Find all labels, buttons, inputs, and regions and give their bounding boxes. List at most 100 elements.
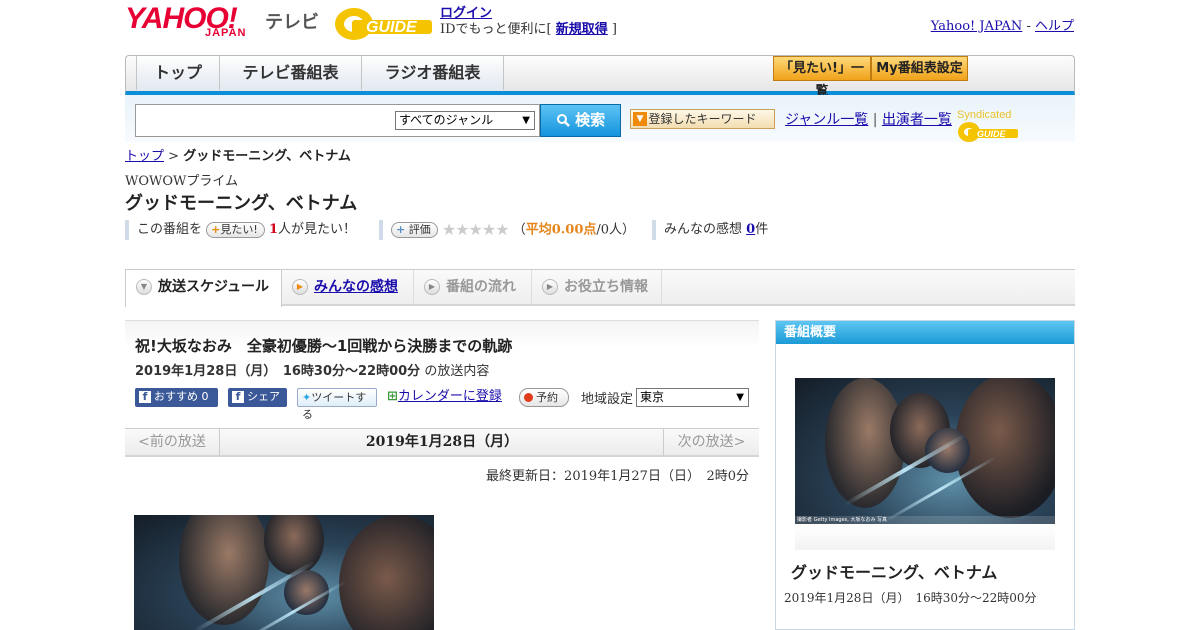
facebook-share-label: シェア — [247, 390, 280, 403]
episode-title: 祝!大坂なおみ 全豪初優勝～1回戦から決勝までの軌跡 — [135, 337, 513, 355]
tab-label: お役立ち情報 — [564, 279, 648, 295]
episode-datetime-row: 2019年1月28日（月） 16時30分～22時00分 の放送内容 — [135, 360, 489, 379]
plus-icon: + — [396, 223, 406, 236]
rating-open: （ — [512, 222, 526, 238]
svg-text:GUIDE: GUIDE — [977, 129, 1007, 139]
login-prompt-end: ] — [607, 22, 617, 37]
login-link[interactable]: ログイン — [440, 6, 492, 21]
rate-button[interactable]: + 評価 — [391, 222, 438, 238]
region-label: 地域設定 — [581, 392, 634, 407]
facebook-recommend-button[interactable]: f おすすめ 0 — [135, 388, 218, 407]
genre-list-link[interactable]: ジャンル一覧 — [785, 112, 868, 128]
link-divider: | — [872, 112, 878, 128]
tab-program-flow[interactable]: ▶ 番組の流れ — [414, 270, 532, 304]
breadcrumb-top-link[interactable]: トップ — [125, 149, 164, 164]
search-bar: すべてのジャンル ▼ 検索 ▼ 登録したキーワード ジャンル一覧 | 出演者一覧… — [125, 95, 1075, 142]
chevron-down-icon: ▼ — [736, 392, 744, 403]
rating-section: + 評価 ★★★★★ （平均0.00点/0人） — [379, 220, 635, 240]
overview-heading: 番組概要 — [776, 321, 1074, 344]
chevron-down-icon: ▼ — [136, 279, 152, 295]
region-select[interactable]: 東京 ▼ — [636, 388, 749, 407]
region-select-value: 東京 — [640, 390, 665, 404]
mitai-button-label: 見たい! — [220, 222, 258, 236]
my-schedule-settings-button[interactable]: My番組表設定 — [871, 56, 968, 81]
photo-shadow — [795, 524, 1055, 550]
mitai-suffix: 人が見たい！ — [277, 222, 356, 237]
tab-top[interactable]: トップ — [136, 56, 220, 90]
current-broadcast-date: 2019年1月28日（月） — [365, 434, 519, 450]
next-broadcast-button[interactable]: 次の放送> — [663, 429, 759, 456]
tab-useful-info[interactable]: ▶ お役立ち情報 — [532, 270, 662, 304]
tab-label: 番組の流れ — [446, 279, 516, 295]
rating-stars: ★★★★★ — [441, 220, 510, 239]
episode-datetime-suffix: の放送内容 — [420, 364, 490, 379]
photo-caption: 撮影者 Getty Images, 大坂なおみ 写真 — [795, 516, 1055, 524]
schedule-box: 祝!大坂なおみ 全豪初優勝～1回戦から決勝までの軌跡 2019年1月28日（月）… — [125, 320, 759, 421]
mitai-count: 1 — [268, 222, 278, 237]
broadcast-pager: <前の放送 2019年1月28日（月） 次の放送> — [125, 428, 759, 457]
search-icon — [556, 111, 575, 129]
episode-datetime: 2019年1月28日（月） 16時30分～22時00分 — [135, 364, 421, 379]
syndicated-label: Syndicated — [957, 109, 1012, 121]
calendar-plus-icon: ⊞ — [387, 389, 398, 404]
triangle-down-icon: ▼ — [633, 112, 647, 126]
gguide-logo[interactable]: GUIDE — [334, 6, 432, 42]
mitai-button[interactable]: +見たい! — [206, 221, 265, 238]
cast-list-link[interactable]: 出演者一覧 — [882, 112, 952, 128]
overview-time: 2019年1月28日（月） 16時30分～22時00分 — [784, 591, 1037, 605]
tab-tv-schedule[interactable]: テレビ番組表 — [220, 56, 362, 90]
tv-logo-text[interactable]: テレビ — [265, 8, 319, 34]
reserve-button[interactable]: 予約 — [519, 388, 569, 407]
chevron-down-icon: ▼ — [522, 115, 530, 126]
search-button-label: 検索 — [575, 111, 606, 129]
mitai-section: この番組を +見たい! 1人が見たい！ — [125, 220, 356, 240]
facebook-share-button[interactable]: f シェア — [228, 388, 287, 407]
tweet-label: ツイートする — [302, 391, 367, 421]
calendar-register-link[interactable]: カレンダーに登録 — [398, 389, 502, 404]
twitter-bird-icon: ✦ — [302, 391, 312, 404]
play-arrow-icon: ▶ — [424, 279, 440, 295]
tab-reviews[interactable]: ▶ みんなの感想 — [282, 270, 414, 304]
svg-text:GUIDE: GUIDE — [366, 19, 418, 36]
tweet-button[interactable]: ✦ツイートする — [297, 388, 377, 421]
registered-keyword-label: 登録したキーワード — [648, 112, 757, 126]
genre-select-value: すべてのジャンル — [399, 113, 494, 127]
search-input[interactable]: すべてのジャンル ▼ — [135, 104, 540, 137]
genre-select[interactable]: すべてのジャンル ▼ — [395, 111, 535, 130]
login-box: ログイン IDでもっと便利に[ 新規取得 ] — [440, 6, 617, 38]
tab-radio-schedule[interactable]: ラジオ番組表 — [362, 56, 504, 90]
login-prompt: IDでもっと便利に[ — [440, 22, 556, 37]
overview-title: グッドモーニング、ベトナム — [791, 563, 998, 582]
breadcrumb-separator: > — [164, 149, 184, 164]
breadcrumb-current: グッドモーニング、ベトナム — [183, 149, 351, 164]
overview-photo: 撮影者 Getty Images, 大坂なおみ 写真 — [795, 378, 1055, 524]
tab-broadcast-schedule[interactable]: ▼ 放送スケジュール — [125, 270, 282, 307]
last-updated: 最終更新日：2019年1月27日（日） 2時0分 — [486, 469, 749, 484]
link-separator: - — [1022, 19, 1035, 34]
yahoo-japan-link[interactable]: Yahoo! JAPAN — [931, 19, 1023, 34]
breadcrumb: トップ > グッドモーニング、ベトナム — [125, 145, 351, 164]
program-subtabs: ▼ 放送スケジュール ▶ みんなの感想 ▶ 番組の流れ ▶ お役立ち情報 — [125, 269, 1075, 307]
tab-label: 放送スケジュール — [158, 279, 270, 295]
prev-broadcast-button[interactable]: <前の放送 — [125, 429, 220, 456]
syndicated-gguide-logo: Syndicated GUIDE — [957, 109, 1075, 143]
rating-count: /0人） — [596, 222, 636, 238]
calendar-register: ⊞カレンダーに登録 — [387, 388, 502, 407]
help-link[interactable]: ヘルプ — [1035, 19, 1074, 34]
mitai-list-button[interactable]: 「見たい!」一覧 — [773, 56, 871, 99]
facebook-icon: f — [139, 391, 151, 403]
facebook-recommend-label: おすすめ 0 — [154, 390, 209, 403]
program-overview-panel: 番組概要 撮影者 Getty Images, 大坂なおみ 写真 グッドモーニング… — [775, 320, 1075, 630]
plus-icon: + — [211, 222, 221, 236]
comments-label: みんなの感想 — [664, 222, 747, 237]
page-title: グッドモーニング、ベトナム — [125, 193, 358, 214]
yahoo-japan-logo-sub: JAPAN — [205, 27, 247, 39]
comments-count-link[interactable]: 0 — [746, 222, 755, 237]
tab-label[interactable]: みんなの感想 — [314, 279, 398, 295]
comments-section: みんなの感想 0件 — [652, 220, 768, 240]
search-button[interactable]: 検索 — [540, 104, 621, 137]
genre-links: ジャンル一覧 | 出演者一覧 — [785, 109, 952, 129]
record-dot-icon — [524, 393, 533, 402]
signup-link[interactable]: 新規取得 — [556, 22, 608, 37]
registered-keyword-button[interactable]: ▼ 登録したキーワード — [630, 109, 775, 129]
